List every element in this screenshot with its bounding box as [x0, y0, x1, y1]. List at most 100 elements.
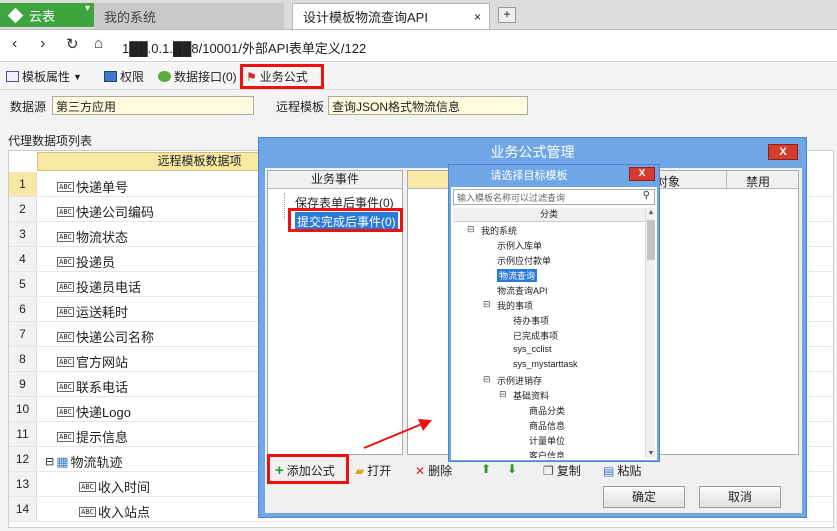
move-up-button[interactable]: ⬆: [481, 462, 491, 476]
tree-node[interactable]: 我的系统: [481, 224, 517, 237]
back-icon[interactable]: ‹: [12, 35, 17, 53]
tab-my-system[interactable]: 我的系统: [94, 3, 284, 29]
field-cell[interactable]: ABC 联系电话: [57, 377, 128, 396]
permissions-label: 权限: [120, 70, 145, 84]
tree-node[interactable]: 已完成事项: [513, 329, 558, 342]
permissions-icon: [104, 71, 117, 82]
field-cell[interactable]: ABC 快递Logo: [57, 402, 131, 421]
scroll-up-icon[interactable]: ▲: [646, 209, 656, 216]
new-tab-button[interactable]: +: [498, 7, 516, 23]
tree-node[interactable]: 示例应付款单: [497, 254, 551, 267]
field-label: 快递Logo: [76, 405, 131, 420]
field-cell[interactable]: ABC 官方网站: [57, 352, 128, 371]
row-number: 5: [9, 272, 37, 296]
picker-close-button[interactable]: X: [629, 167, 655, 181]
template-props-button[interactable]: 模板属性 ▼: [6, 67, 82, 86]
collapse-icon[interactable]: ⊟: [499, 389, 507, 400]
field-cell[interactable]: ABC 快递单号: [57, 177, 128, 196]
tree-scrollbar[interactable]: ▲ ▼: [645, 208, 655, 458]
row-number: 6: [9, 297, 37, 321]
field-cell[interactable]: ABC 投递员: [57, 252, 115, 271]
text-field-icon: ABC: [57, 256, 74, 267]
brand-menu[interactable]: 云表 ▾: [0, 3, 94, 27]
search-icon[interactable]: ⚲: [643, 190, 650, 201]
field-label: 投递员电话: [76, 280, 142, 295]
highlight-frame: [288, 208, 403, 232]
tree-node[interactable]: sys_cclist: [513, 344, 552, 354]
remote-template-field[interactable]: 查询JSON格式物流信息: [328, 96, 528, 115]
reload-icon[interactable]: ↻: [66, 35, 79, 53]
scroll-down-icon[interactable]: ▼: [646, 450, 656, 457]
tree-node[interactable]: 商品信息: [529, 419, 565, 432]
field-label: 收入时间: [98, 480, 151, 495]
folder-icon: ▰: [355, 463, 365, 478]
text-field-icon: ABC: [57, 181, 74, 192]
text-field-icon: ABC: [57, 206, 74, 217]
collapse-icon[interactable]: ⊟: [483, 374, 491, 385]
dialog-close-button[interactable]: X: [768, 144, 798, 160]
move-down-button[interactable]: ⬇: [507, 462, 517, 476]
field-cell[interactable]: ABC 快递公司名称: [57, 327, 154, 346]
tree-node[interactable]: 计量单位: [529, 434, 565, 447]
permissions-button[interactable]: 权限: [104, 67, 144, 86]
template-filter-input[interactable]: 输入模板名称可以过滤查询 ⚲: [453, 189, 655, 205]
copy-button[interactable]: ❐ 复制: [543, 462, 581, 479]
tree-node[interactable]: 我的事项: [497, 299, 533, 312]
template-props-label: 模板属性: [22, 70, 71, 84]
tree-node[interactable]: 物流查询API: [497, 284, 548, 297]
delete-button[interactable]: ✕ 删除: [415, 462, 452, 479]
field-label: 官方网站: [76, 355, 129, 370]
field-cell[interactable]: ABC 运送耗时: [57, 302, 128, 321]
collapse-icon[interactable]: ⊟: [483, 299, 491, 310]
list-icon: [6, 71, 19, 82]
collapse-icon[interactable]: ⊟: [45, 455, 54, 468]
delete-label: 删除: [428, 464, 453, 478]
tree-node[interactable]: 基础资料: [513, 389, 549, 402]
tree-node[interactable]: 示例进销存: [497, 374, 542, 387]
ok-button[interactable]: 确定: [603, 486, 685, 508]
datasource-field[interactable]: 第三方应用: [52, 96, 254, 115]
field-cell[interactable]: ABC 提示信息: [57, 427, 128, 446]
tree-node[interactable]: 待办事项: [513, 314, 549, 327]
row-number: 10: [9, 397, 37, 421]
field-cell[interactable]: ABC 收入站点: [79, 502, 150, 521]
text-field-icon: ABC: [57, 281, 74, 292]
row-number: 13: [9, 472, 37, 496]
field-cell[interactable]: ABC 物流状态: [57, 227, 128, 246]
field-cell[interactable]: ⊟ ▦ 物流轨迹: [45, 452, 123, 471]
row-number: 4: [9, 247, 37, 271]
arrow-up-icon: ⬆: [481, 462, 492, 476]
tab-label: 设计模板物流查询API: [303, 10, 428, 25]
home-icon[interactable]: ⌂: [94, 35, 103, 52]
row-number: 1: [9, 172, 37, 196]
cancel-button[interactable]: 取消: [699, 486, 781, 508]
tree-node[interactable]: 客户信息: [529, 449, 565, 458]
forward-icon[interactable]: ›: [40, 35, 45, 53]
row-number: 14: [9, 497, 37, 521]
field-label: 物流轨迹: [70, 455, 123, 470]
paste-button[interactable]: ▤ 粘贴: [603, 462, 641, 479]
field-cell[interactable]: ABC 快递公司编码: [57, 202, 154, 221]
collapse-icon[interactable]: ⊟: [467, 224, 475, 235]
field-cell[interactable]: ABC 投递员电话: [57, 277, 141, 296]
url-field[interactable]: 1██.0.1.██8/10001/外部API表单定义/122: [122, 38, 366, 57]
tree-node[interactable]: sys_mystarttask: [513, 359, 578, 369]
field-label: 快递单号: [76, 180, 129, 195]
scrollbar-thumb[interactable]: [647, 220, 655, 260]
tree-node[interactable]: 示例入库单: [497, 239, 542, 252]
text-field-icon: ABC: [57, 406, 74, 417]
copy-label: 复制: [556, 464, 581, 478]
chevron-down-icon[interactable]: ▾: [85, 3, 90, 14]
field-cell[interactable]: ABC 收入时间: [79, 477, 150, 496]
picker-title: 请选择目标模板: [490, 170, 568, 182]
highlight-frame: [240, 64, 324, 89]
tree-node[interactable]: 商品分类: [529, 404, 565, 417]
close-icon[interactable]: ×: [474, 10, 481, 24]
tree-node[interactable]: 物流查询: [497, 269, 538, 282]
column-disabled[interactable]: 禁用: [746, 173, 770, 190]
tab-design-template[interactable]: 设计模板物流查询API ×: [292, 3, 490, 29]
data-interface-button[interactable]: 数据接口(0): [158, 67, 237, 86]
row-number: 9: [9, 372, 37, 396]
open-button[interactable]: ▰ 打开: [355, 462, 391, 479]
table-icon: ▦: [56, 453, 69, 469]
